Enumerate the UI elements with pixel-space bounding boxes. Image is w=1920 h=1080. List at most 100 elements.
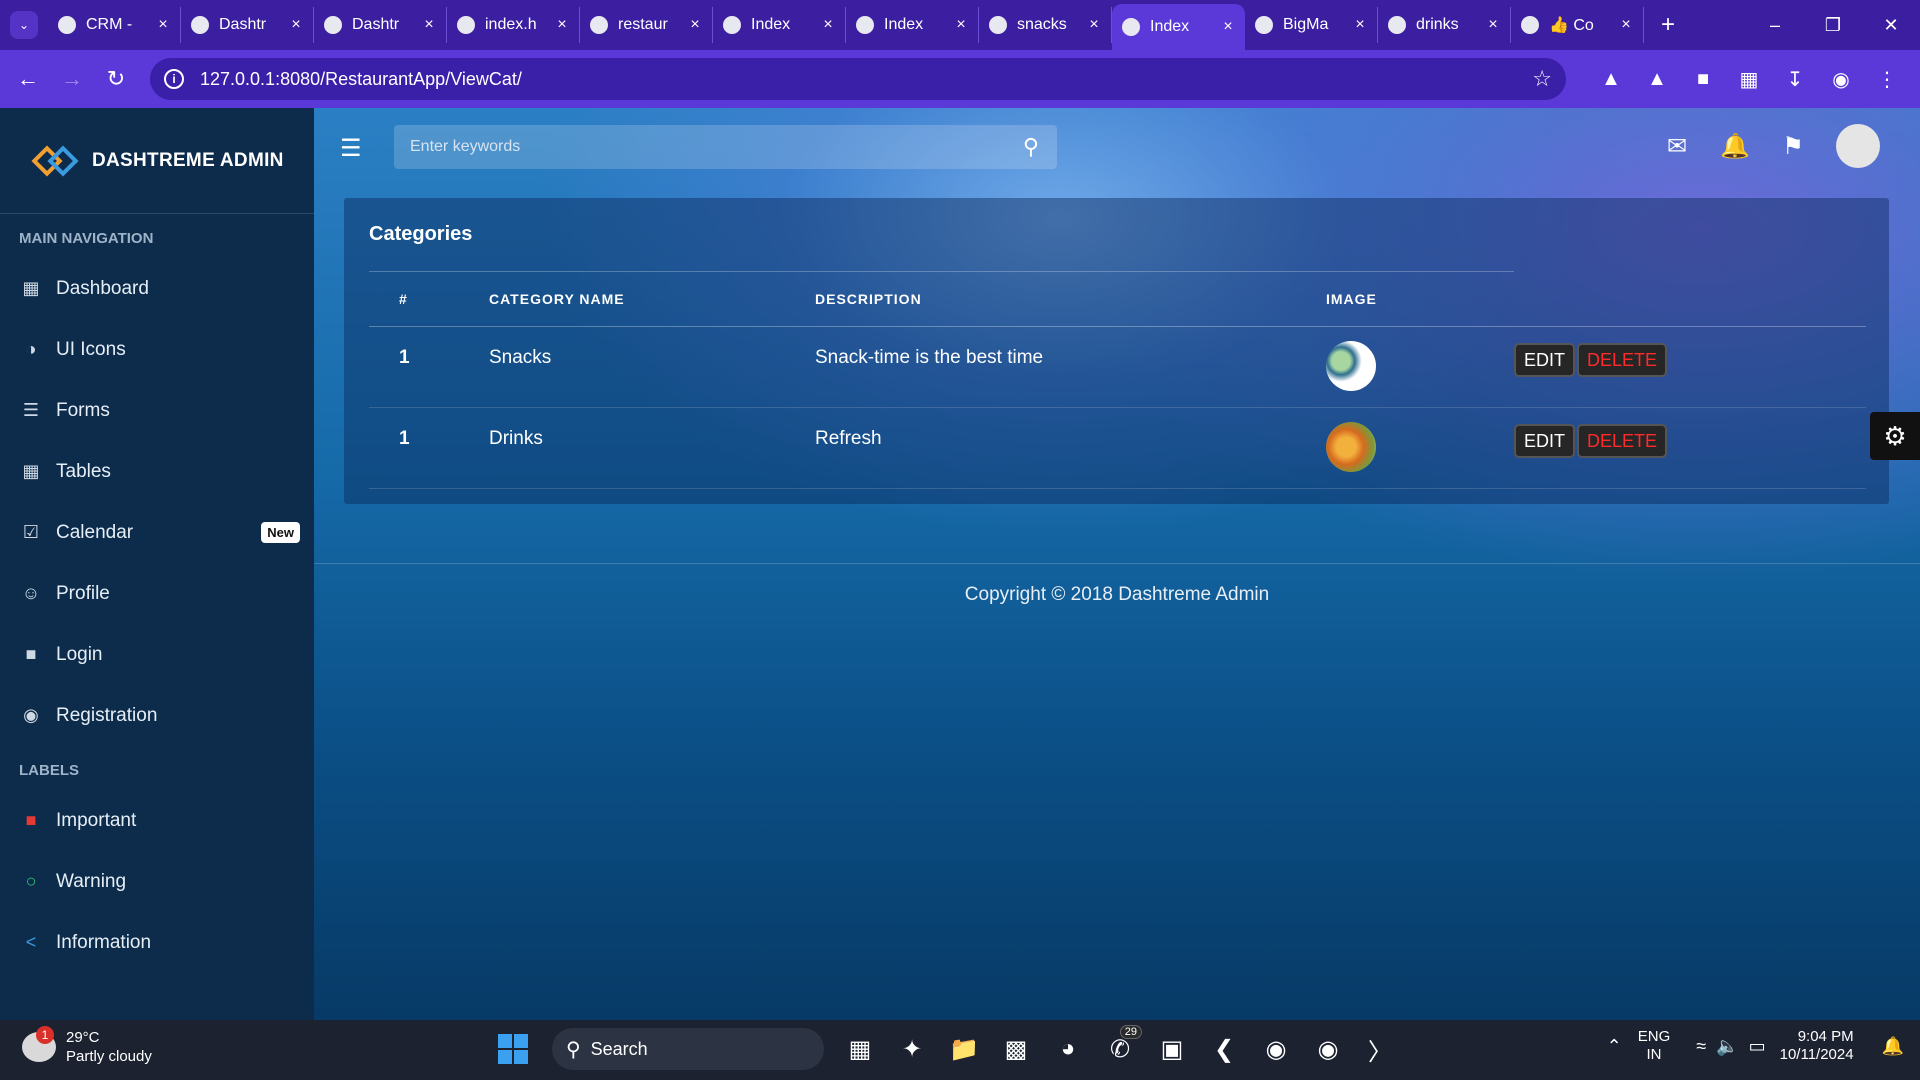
restore-icon[interactable]: ❐ [1804,15,1862,36]
close-icon[interactable]: × [1617,16,1635,34]
vscode-icon[interactable]: ❮ [1198,1029,1250,1069]
sidebar-item-dashboard[interactable]: ▦ Dashboard [0,258,314,319]
database-app-icon[interactable]: ▦ [834,1029,886,1069]
close-icon[interactable]: × [553,16,571,34]
search-input[interactable] [410,138,1023,156]
extension-icon[interactable]: ■ [1680,68,1726,91]
chrome-canary-icon[interactable]: ◉ [1302,1029,1354,1069]
hamburger-menu-icon[interactable]: ☰ [340,134,362,163]
browser-tab[interactable]: snacks × [979,7,1112,43]
reload-icon[interactable]: ↻ [94,66,138,92]
close-icon[interactable]: × [819,16,837,34]
site-info-icon[interactable]: i [164,69,184,89]
close-icon[interactable]: × [952,16,970,34]
profile-icon[interactable]: ◉ [1818,67,1864,92]
bookmark-star-icon[interactable]: ☆ [1532,66,1552,92]
sidebar-item-ui-icons[interactable]: ◑ UI Icons [0,319,314,380]
close-icon[interactable]: × [420,16,438,34]
label-item-warning[interactable]: ○ Warning [0,851,314,912]
kebab-menu-icon[interactable]: ⋮ [1864,67,1910,92]
terminal-icon[interactable]: 〉 [1354,1029,1406,1069]
browser-tab[interactable]: Dashtr × [181,7,314,43]
flag-icon[interactable]: ⚑ [1764,132,1822,161]
download-icon[interactable]: ↧ [1772,67,1818,92]
edit-button[interactable]: EDIT [1514,423,1576,458]
bell-icon[interactable]: 🔔 [1706,132,1764,161]
tab-title: Index [884,16,924,33]
close-icon[interactable]: × [287,16,305,34]
date: 10/11/2024 [1779,1046,1854,1063]
sidebar-item-profile[interactable]: ☺ Profile [0,563,314,624]
taskbar-search[interactable]: ⚲ Search [552,1028,824,1070]
sidebar-item-calendar[interactable]: ☑ Calendar New [0,502,314,563]
avatar[interactable] [1836,124,1880,168]
weather-widget[interactable]: 1 29°C Partly cloudy [22,1026,152,1066]
browser-tab[interactable]: index.h × [447,7,580,43]
tab-search-icon[interactable]: ⌄ [10,11,38,39]
url-text[interactable]: 127.0.0.1:8080/RestaurantApp/ViewCat/ [200,69,1532,90]
close-icon[interactable]: × [686,16,704,34]
store-icon[interactable]: ▩ [990,1029,1042,1069]
user-icon: ◉ [23,705,39,725]
page-icon [457,16,475,34]
delete-button[interactable]: DELETE [1577,423,1668,458]
google-icon [989,16,1007,34]
clock[interactable]: 9:04 PM 10/11/2024 [1780,1028,1854,1064]
close-icon[interactable]: × [1351,16,1369,34]
search-icon[interactable]: ⚲ [1023,134,1039,160]
pycharm-icon[interactable]: ▣ [1146,1029,1198,1069]
topbar-actions: ✉ 🔔 ⚑ [1648,124,1880,168]
browser-tab[interactable]: CRM - × [48,7,181,43]
windows-start-icon[interactable] [498,1034,528,1064]
back-icon[interactable]: ← [6,66,50,92]
puzzle-icon[interactable]: ▦ [1726,67,1772,92]
weather-text: Partly cloudy [66,1048,152,1065]
address-bar[interactable]: i 127.0.0.1:8080/RestaurantApp/ViewCat/ … [150,58,1566,100]
dashboard-icon: ▦ [22,278,40,298]
browser-tab[interactable]: Index × [846,7,979,43]
minimize-icon[interactable]: – [1746,15,1804,36]
close-icon[interactable]: × [1085,16,1103,34]
window-controls: – ❐ ✕ [1746,0,1920,50]
extension-icon[interactable]: ▲ [1634,68,1680,91]
settings-gear-icon[interactable]: ⚙ [1870,412,1920,460]
sidebar-item-forms[interactable]: ☰ Forms [0,380,314,441]
edge-icon[interactable]: ◕ [1042,1029,1094,1069]
close-icon[interactable]: × [1219,18,1237,36]
close-window-icon[interactable]: ✕ [1862,15,1920,36]
sidebar-item-login[interactable]: ■ Login [0,624,314,685]
sidebar-item-tables[interactable]: ▦ Tables [0,441,314,502]
browser-tab[interactable]: Dashtr × [314,7,447,43]
brand[interactable]: DASHTREME ADMIN [0,108,314,214]
whatsapp-icon[interactable]: ✆ 29 [1094,1025,1146,1069]
file-explorer-icon[interactable]: 📁 [938,1029,990,1069]
delete-button[interactable]: DELETE [1577,342,1668,377]
actions-cell: EDIT DELETE [1514,326,1866,408]
notification-bell-icon[interactable]: 🔔 [1882,1036,1904,1057]
wifi-icon[interactable]: ≈ [1696,1036,1706,1057]
forward-icon[interactable]: → [50,66,94,92]
browser-tab[interactable]: 👍 Co × [1511,7,1644,43]
battery-icon[interactable]: ▭ [1749,1036,1766,1057]
copilot-icon[interactable]: ✦ [886,1029,938,1069]
browser-tab[interactable]: Index × [1112,4,1245,50]
language-indicator[interactable]: ENG IN [1638,1028,1671,1064]
speaker-icon[interactable]: 🔈 [1716,1036,1738,1057]
extension-icon[interactable]: ▲ [1588,68,1634,91]
close-icon[interactable]: × [1484,16,1502,34]
chrome-icon[interactable]: ◉ [1250,1029,1302,1069]
browser-tab[interactable]: BigMa × [1245,7,1378,43]
envelope-icon[interactable]: ✉ [1648,132,1706,161]
sidebar-item-registration[interactable]: ◉ Registration [0,685,314,746]
new-tab-button[interactable]: + [1650,11,1686,39]
category-name: Snacks [489,326,815,408]
edit-button[interactable]: EDIT [1514,342,1576,377]
browser-tab[interactable]: restaur × [580,7,713,43]
label-item-important[interactable]: ■ Important [0,790,314,851]
close-icon[interactable]: × [154,16,172,34]
browser-tab[interactable]: Index × [713,7,846,43]
browser-tab[interactable]: drinks × [1378,7,1511,43]
grid-icon: ▦ [22,461,40,481]
chevron-up-icon[interactable]: ⌃ [1607,1036,1622,1057]
label-item-information[interactable]: < Information [0,912,314,973]
